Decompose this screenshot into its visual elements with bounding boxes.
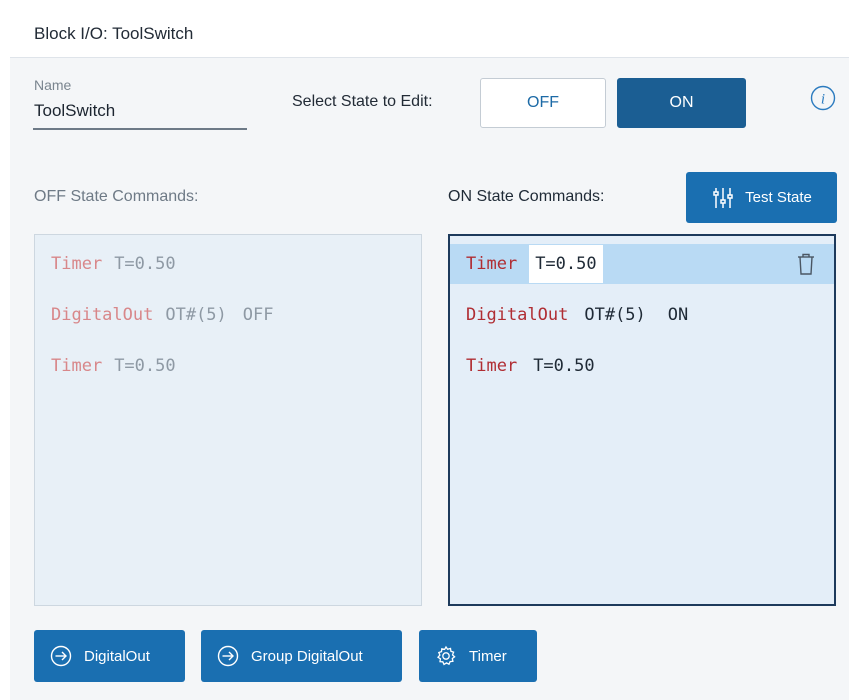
add-group-digitalout-label: Group DigitalOut	[251, 647, 363, 665]
state-off-button[interactable]: OFF	[480, 78, 606, 128]
trash-icon[interactable]	[796, 252, 816, 276]
sliders-icon	[713, 187, 733, 208]
command-arg-input[interactable]: T=0.50	[529, 245, 603, 283]
command-keyword: DigitalOut	[466, 305, 569, 325]
command-arg: ON	[667, 305, 689, 325]
command-arg: T=0.50	[114, 356, 176, 376]
page-title: Block I/O: ToolSwitch	[34, 24, 194, 43]
on-commands-list[interactable]: Timer T=0.50 DigitalOut OT#(5) ON Timer …	[448, 234, 836, 606]
command-row[interactable]: DigitalOut OT#(5) ON	[450, 295, 834, 335]
on-state-title: ON State Commands:	[448, 188, 605, 205]
command-keyword: Timer	[51, 356, 103, 376]
off-commands-list: Timer T=0.50 DigitalOut OT#(5) OFF Timer…	[34, 234, 422, 606]
command-keyword: Timer	[466, 356, 518, 376]
gear-icon	[437, 645, 456, 666]
command-keyword[interactable]: Timer	[466, 254, 517, 274]
add-digitalout-label: DigitalOut	[84, 647, 150, 665]
command-row[interactable]: Timer T=0.50	[450, 346, 834, 386]
test-state-button[interactable]: Test State	[686, 172, 837, 223]
command-arg: T=0.50	[114, 254, 176, 274]
add-group-digitalout-button[interactable]: Group DigitalOut	[201, 630, 402, 682]
command-keyword: Timer	[51, 254, 103, 274]
add-timer-label: Timer	[469, 647, 507, 665]
command-row-selected[interactable]: Timer T=0.50	[450, 244, 834, 284]
command-row: DigitalOut OT#(5) OFF	[35, 295, 421, 335]
add-digitalout-button[interactable]: DigitalOut	[34, 630, 185, 682]
command-keyword: DigitalOut	[51, 305, 154, 325]
name-label: Name	[34, 77, 72, 93]
command-arg: OFF	[242, 305, 274, 325]
arrow-circle-icon	[217, 645, 239, 667]
state-selector-label: Select State to Edit:	[292, 93, 433, 110]
add-timer-button[interactable]: Timer	[419, 630, 537, 682]
name-field[interactable]: ToolSwitch	[34, 101, 115, 121]
off-state-title: OFF State Commands:	[34, 188, 199, 205]
command-arg: OT#(5)	[584, 305, 646, 325]
info-icon[interactable]: i	[810, 85, 836, 111]
command-row: Timer T=0.50	[35, 244, 421, 284]
state-on-button[interactable]: ON	[617, 78, 746, 128]
command-arg: T=0.50	[533, 356, 595, 376]
command-arg: OT#(5)	[165, 305, 227, 325]
command-row: Timer T=0.50	[35, 346, 421, 386]
svg-text:i: i	[821, 92, 825, 108]
test-state-label: Test State	[745, 189, 812, 206]
arrow-circle-icon	[50, 645, 72, 667]
name-field-underline	[33, 128, 247, 130]
